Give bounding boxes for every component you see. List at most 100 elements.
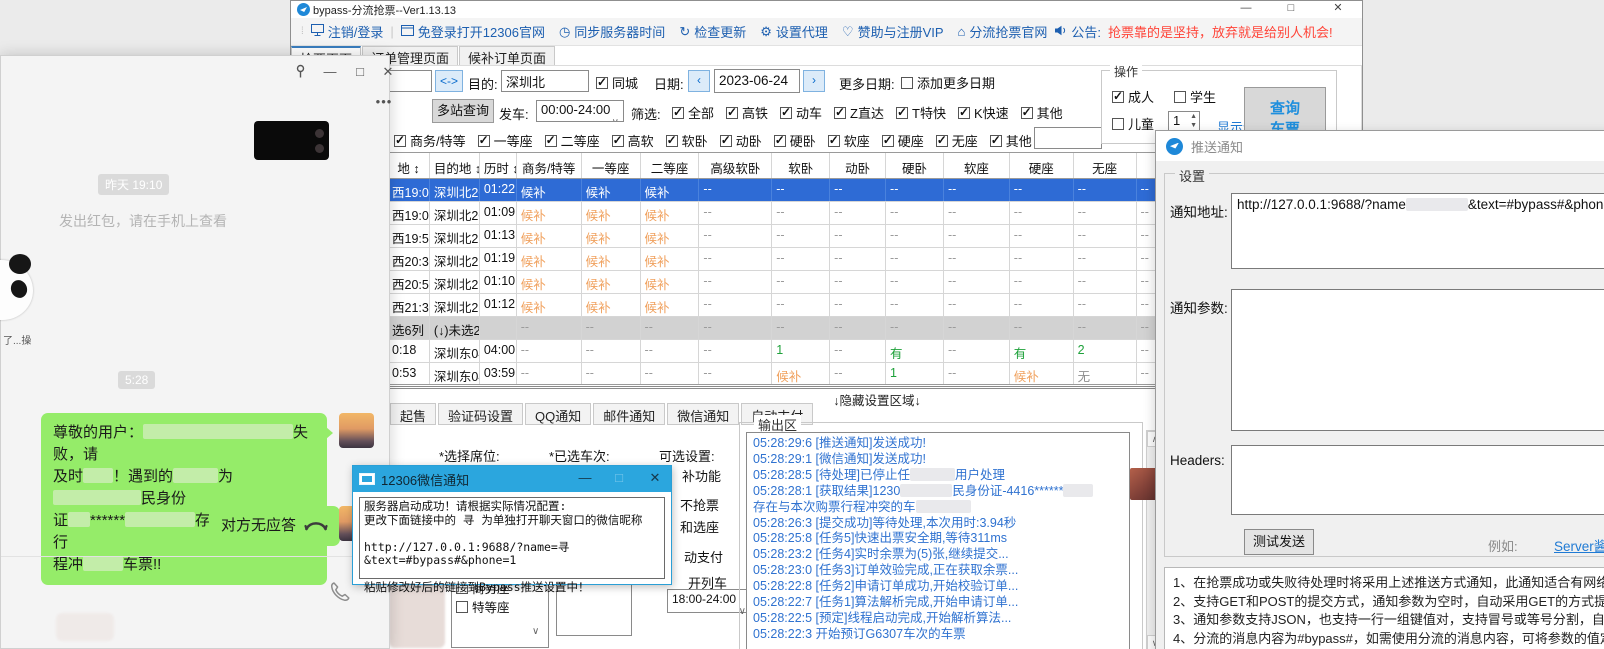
toolbar-item-1[interactable]: 注销/登录 <box>311 22 384 41</box>
table-cell: -- <box>830 294 886 316</box>
column-header[interactable]: 硬座 <box>1010 153 1074 178</box>
dialog-minimize-button[interactable]: — <box>571 466 599 490</box>
child-count-stepper[interactable]: 1 ▲▼ <box>1168 111 1200 132</box>
date-prev-button[interactable]: ‹ <box>688 70 710 92</box>
notify-params-textarea[interactable] <box>1231 289 1604 431</box>
seat-type-filter-10[interactable]: 无座 <box>936 131 978 150</box>
maximize-button[interactable]: □ <box>1276 1 1306 16</box>
panda-sticker[interactable] <box>0 254 35 326</box>
censored-text <box>83 556 123 571</box>
train-type-filter-5[interactable]: T特快 <box>896 103 946 122</box>
train-type-filter-4[interactable]: Z直达 <box>834 103 884 122</box>
heart-icon: ♡ <box>842 24 854 40</box>
video-thumbnail[interactable] <box>254 121 329 160</box>
output-log-list[interactable]: 05:28:29:6 [推送通知]发送成功!05:28:29:1 [微信通知]发… <box>746 432 1130 649</box>
table-cell: 深圳北21:05 <box>430 225 480 247</box>
avatar[interactable] <box>339 413 374 448</box>
column-header[interactable]: 历时 ↕ <box>480 153 517 178</box>
chat-minimize-icon[interactable]: — <box>319 64 341 79</box>
column-header[interactable]: 高级软卧 <box>699 153 772 178</box>
settings-tab-2[interactable]: 验证码设置 <box>438 403 523 425</box>
add-more-dates-checkbox[interactable]: 添加更多日期 <box>901 73 995 92</box>
chat-more-icon[interactable]: ••• <box>373 94 395 109</box>
column-header[interactable]: 二等座 <box>641 153 700 178</box>
seat-type-filter-8[interactable]: 软座 <box>828 131 870 150</box>
serverchan-link[interactable]: Server酱 <box>1554 535 1604 555</box>
table-cell: -- <box>517 363 582 385</box>
column-header[interactable]: 硬卧 <box>886 153 944 178</box>
call-no-answer-bubble: 对方无应答 <box>209 506 340 546</box>
column-header[interactable]: 商务/特等 <box>517 153 582 178</box>
toolbar-item-7[interactable]: ⌂分流抢票官网 <box>958 22 1048 41</box>
clock-icon: ◷ <box>559 24 570 40</box>
test-send-button[interactable]: 测试发送 <box>1244 529 1314 555</box>
chat-close-icon[interactable]: ✕ <box>377 64 399 80</box>
seat-type-filter-1[interactable]: 商务/特等 <box>394 131 466 150</box>
minimize-button[interactable]: — <box>1231 1 1261 16</box>
dialog-maximize-button[interactable]: □ <box>605 466 633 490</box>
train-type-filter-6[interactable]: K快速 <box>958 103 1009 122</box>
headers-textarea[interactable] <box>1231 445 1604 515</box>
column-header[interactable]: 地 ↕ <box>388 153 430 178</box>
voice-call-icon[interactable] <box>329 581 353 606</box>
column-header[interactable]: 无座 <box>1074 153 1137 178</box>
settings-tab-1[interactable]: 起售 <box>390 403 436 425</box>
dest-input[interactable]: 深圳北 <box>501 70 589 92</box>
seat-type-filter-5[interactable]: 软卧 <box>666 131 708 150</box>
same-city-checkbox[interactable]: 同城 <box>596 73 638 92</box>
toolbar-item-4[interactable]: ↻检查更新 <box>679 22 746 41</box>
seat-type-filter-6[interactable]: 动卧 <box>720 131 762 150</box>
date-input[interactable]: 2023-06-24 <box>714 69 800 93</box>
settings-tab-5[interactable]: 微信通知 <box>667 403 739 425</box>
train-type-filter-1[interactable]: 全部 <box>672 103 714 122</box>
toolbar-item-6[interactable]: ♡赞助与注册VIP <box>842 22 944 41</box>
seat-type-filters: 商务/特等一等座二等座高软软卧动卧硬卧软座硬座无座其他 <box>394 131 1044 150</box>
table-cell: -- <box>582 317 641 339</box>
column-header[interactable]: 目的地 ↕ <box>430 153 480 178</box>
table-cell: -- <box>944 271 1010 293</box>
dialog-close-button[interactable]: ✕ <box>641 466 669 490</box>
multi-station-button[interactable]: 多站查询 <box>432 99 494 123</box>
pin-icon[interactable] <box>289 64 311 82</box>
seat-type-filter-7[interactable]: 硬卧 <box>774 131 816 150</box>
checkbox-icon <box>596 77 608 89</box>
depart-time-select[interactable]: 00:00-24:00∨ <box>536 100 624 122</box>
table-cell: (↓)未选22列 <box>430 317 480 339</box>
settings-tab-4[interactable]: 邮件通知 <box>593 403 665 425</box>
table-cell: 深圳北21:54 <box>430 248 480 270</box>
date-next-button[interactable]: › <box>803 70 825 92</box>
swap-stations-button[interactable]: <-> <box>435 70 463 92</box>
column-header[interactable]: 软卧 <box>772 153 830 178</box>
toolbar-item-8[interactable]: 公告: <box>1054 22 1101 41</box>
train-type-filter-2[interactable]: 高铁 <box>726 103 768 122</box>
toolbar-item-2[interactable]: 免登录打开12306官网 <box>401 22 545 41</box>
train-type-filter-7[interactable]: 其他 <box>1021 103 1063 122</box>
option-houbu-function[interactable]: 补功能 <box>682 466 721 485</box>
seat-type-filter-9[interactable]: 硬座 <box>882 131 924 150</box>
train-type-filter-3[interactable]: 动车 <box>780 103 822 122</box>
toolbar-item-3[interactable]: ◷同步服务器时间 <box>559 22 665 41</box>
chat-maximize-icon[interactable]: □ <box>349 64 371 79</box>
toolbar-item-5[interactable]: ⚙设置代理 <box>760 22 828 41</box>
listbox-item-3[interactable]: 特等座 <box>452 597 548 616</box>
column-header[interactable]: 一等座 <box>582 153 641 178</box>
close-button[interactable]: ✕ <box>1323 1 1353 16</box>
listbox-scroll-down[interactable]: ∨ <box>532 626 539 637</box>
settings-tab-3[interactable]: QQ通知 <box>525 403 591 425</box>
column-header[interactable]: 软座 <box>944 153 1010 178</box>
option-auto-pay[interactable]: 动支付 <box>684 547 723 566</box>
column-header[interactable]: 动卧 <box>830 153 886 178</box>
tab-3[interactable]: 候补订单页面 <box>459 46 555 65</box>
train-no-input[interactable] <box>1034 127 1102 149</box>
option-no-grab[interactable]: 不抢票 <box>680 495 719 514</box>
seat-type-filter-2[interactable]: 一等座 <box>478 131 533 150</box>
notify-url-textarea[interactable]: http://127.0.0.1:9688/?name&text=#bypass… <box>1231 193 1604 269</box>
seat-type-filter-11[interactable]: 其他 <box>990 131 1032 150</box>
child-checkbox[interactable]: 儿童 <box>1112 114 1154 133</box>
table-cell: -- <box>641 363 700 385</box>
seat-type-filter-4[interactable]: 高软 <box>612 131 654 150</box>
adult-checkbox[interactable]: 成人 <box>1112 87 1154 106</box>
student-checkbox[interactable]: 学生 <box>1174 87 1216 106</box>
seat-type-filter-3[interactable]: 二等座 <box>545 131 600 150</box>
option-seat-select[interactable]: 和选座 <box>680 517 719 536</box>
